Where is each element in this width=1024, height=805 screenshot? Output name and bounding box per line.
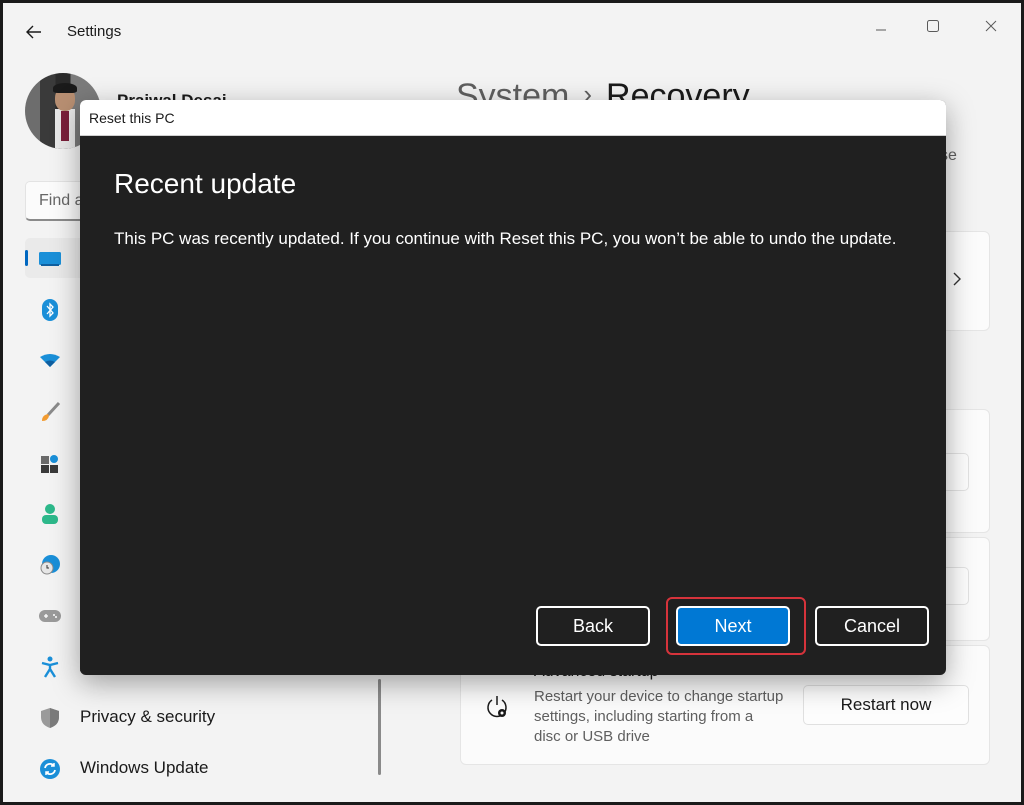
maximize-button[interactable] — [913, 11, 953, 41]
update-icon — [39, 758, 61, 780]
accessibility-icon — [39, 656, 61, 678]
bluetooth-icon — [39, 299, 61, 321]
gamepad-icon — [39, 605, 61, 627]
cancel-button[interactable]: Cancel — [815, 606, 929, 646]
dialog-body-text: This PC was recently updated. If you con… — [114, 229, 897, 248]
dialog-window-title: Reset this PC — [89, 110, 175, 126]
close-button[interactable] — [971, 11, 1011, 41]
shield-icon — [39, 707, 61, 729]
back-button[interactable] — [21, 19, 47, 45]
advanced-startup-description: Restart your device to change startup se… — [534, 688, 784, 745]
power-settings-icon — [483, 693, 511, 721]
reset-pc-dialog: Reset this PC Recent update This PC was … — [80, 100, 946, 675]
chevron-right-icon — [951, 271, 963, 292]
dialog-heading: Recent update — [114, 168, 297, 199]
sidebar-item-label: Privacy & security — [80, 707, 216, 726]
minimize-icon — [876, 29, 886, 31]
sidebar-item-label: Windows Update — [80, 758, 209, 777]
minimize-button[interactable] — [861, 11, 901, 41]
back-button-dialog[interactable]: Back — [536, 606, 650, 646]
sidebar-item-windows-update[interactable]: Windows Update — [25, 748, 365, 788]
next-button[interactable]: Next — [676, 606, 790, 646]
brush-icon — [39, 401, 61, 423]
active-indicator — [25, 250, 28, 266]
apps-icon — [39, 452, 61, 474]
display-icon — [39, 248, 61, 270]
title-bar: Settings — [3, 3, 1021, 59]
sidebar-scrollbar[interactable] — [378, 679, 381, 775]
maximize-icon — [927, 20, 939, 32]
restart-now-button[interactable]: Restart now — [803, 685, 969, 725]
person-icon — [39, 503, 61, 525]
globe-clock-icon — [39, 554, 61, 576]
wifi-icon — [39, 350, 61, 372]
sidebar-item-privacy-security[interactable]: Privacy & security — [25, 697, 365, 737]
dialog-title-bar: Reset this PC — [80, 100, 946, 136]
arrow-left-icon — [26, 25, 41, 39]
settings-window: Settings Prajwal Desai Find a setting Sy… — [3, 3, 1021, 802]
app-title: Settings — [67, 23, 122, 40]
close-icon — [985, 20, 997, 32]
